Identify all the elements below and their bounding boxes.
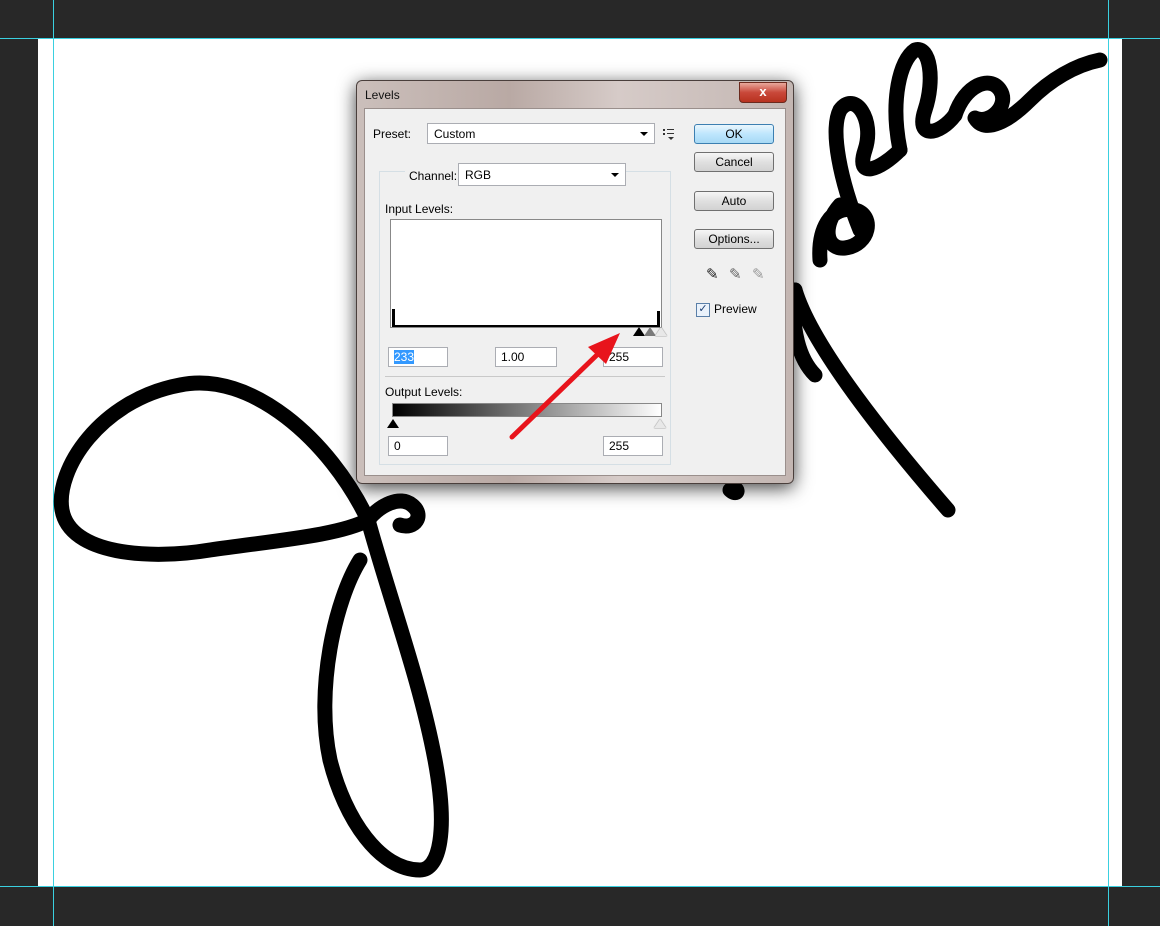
close-button[interactable]: x [739,82,787,103]
preset-select[interactable]: Custom [427,123,655,144]
divider [385,376,665,377]
input-white-field[interactable]: 255 [603,347,663,367]
input-black-field[interactable]: 233 [388,347,448,367]
output-black-slider[interactable] [387,419,399,428]
input-gamma-field[interactable]: 1.00 [495,347,557,367]
preview-label[interactable]: Preview [714,302,757,316]
black-eyedropper-icon[interactable]: ✎ [706,265,719,283]
output-black-value: 0 [394,439,401,453]
chevron-down-icon [611,173,619,177]
histogram-right-spike [657,311,660,327]
input-gamma-value: 1.00 [501,350,525,364]
output-black-field[interactable]: 0 [388,436,448,456]
channel-value: RGB [465,168,492,182]
output-levels-label: Output Levels: [385,385,463,399]
levels-dialog: Levels x Preset: Custom Channel: RGB Inp… [356,80,794,484]
output-white-slider[interactable] [654,419,666,428]
input-black-value: 233 [394,350,415,364]
white-eyedropper-icon[interactable]: ✎ [752,265,765,283]
ok-button[interactable]: OK [694,124,774,144]
channel-select[interactable]: RGB [458,163,626,186]
check-icon: ✓ [698,303,708,315]
dialog-body: Preset: Custom Channel: RGB Input Levels… [364,108,786,476]
cancel-button[interactable]: Cancel [694,152,774,172]
histogram [390,219,662,328]
channel-label: Channel: [405,169,462,183]
input-white-value: 255 [609,350,630,364]
dialog-title: Levels [365,88,400,102]
input-white-slider[interactable] [655,327,667,336]
output-white-field[interactable]: 255 [603,436,663,456]
preset-label: Preset: [373,127,412,141]
preset-value: Custom [434,127,476,141]
dialog-titlebar[interactable]: Levels x [357,81,793,107]
auto-button[interactable]: Auto [694,191,774,211]
chevron-down-icon [640,132,648,136]
output-gradient-bar [392,403,662,417]
input-levels-label: Input Levels: [385,202,454,216]
close-icon: x [759,84,767,99]
histogram-baseline [392,325,660,327]
preview-checkbox[interactable]: ✓ [696,303,710,317]
options-button[interactable]: Options... [694,229,774,249]
output-white-value: 255 [609,439,630,453]
gray-eyedropper-icon[interactable]: ✎ [729,265,742,283]
list-menu-icon[interactable] [663,128,675,140]
